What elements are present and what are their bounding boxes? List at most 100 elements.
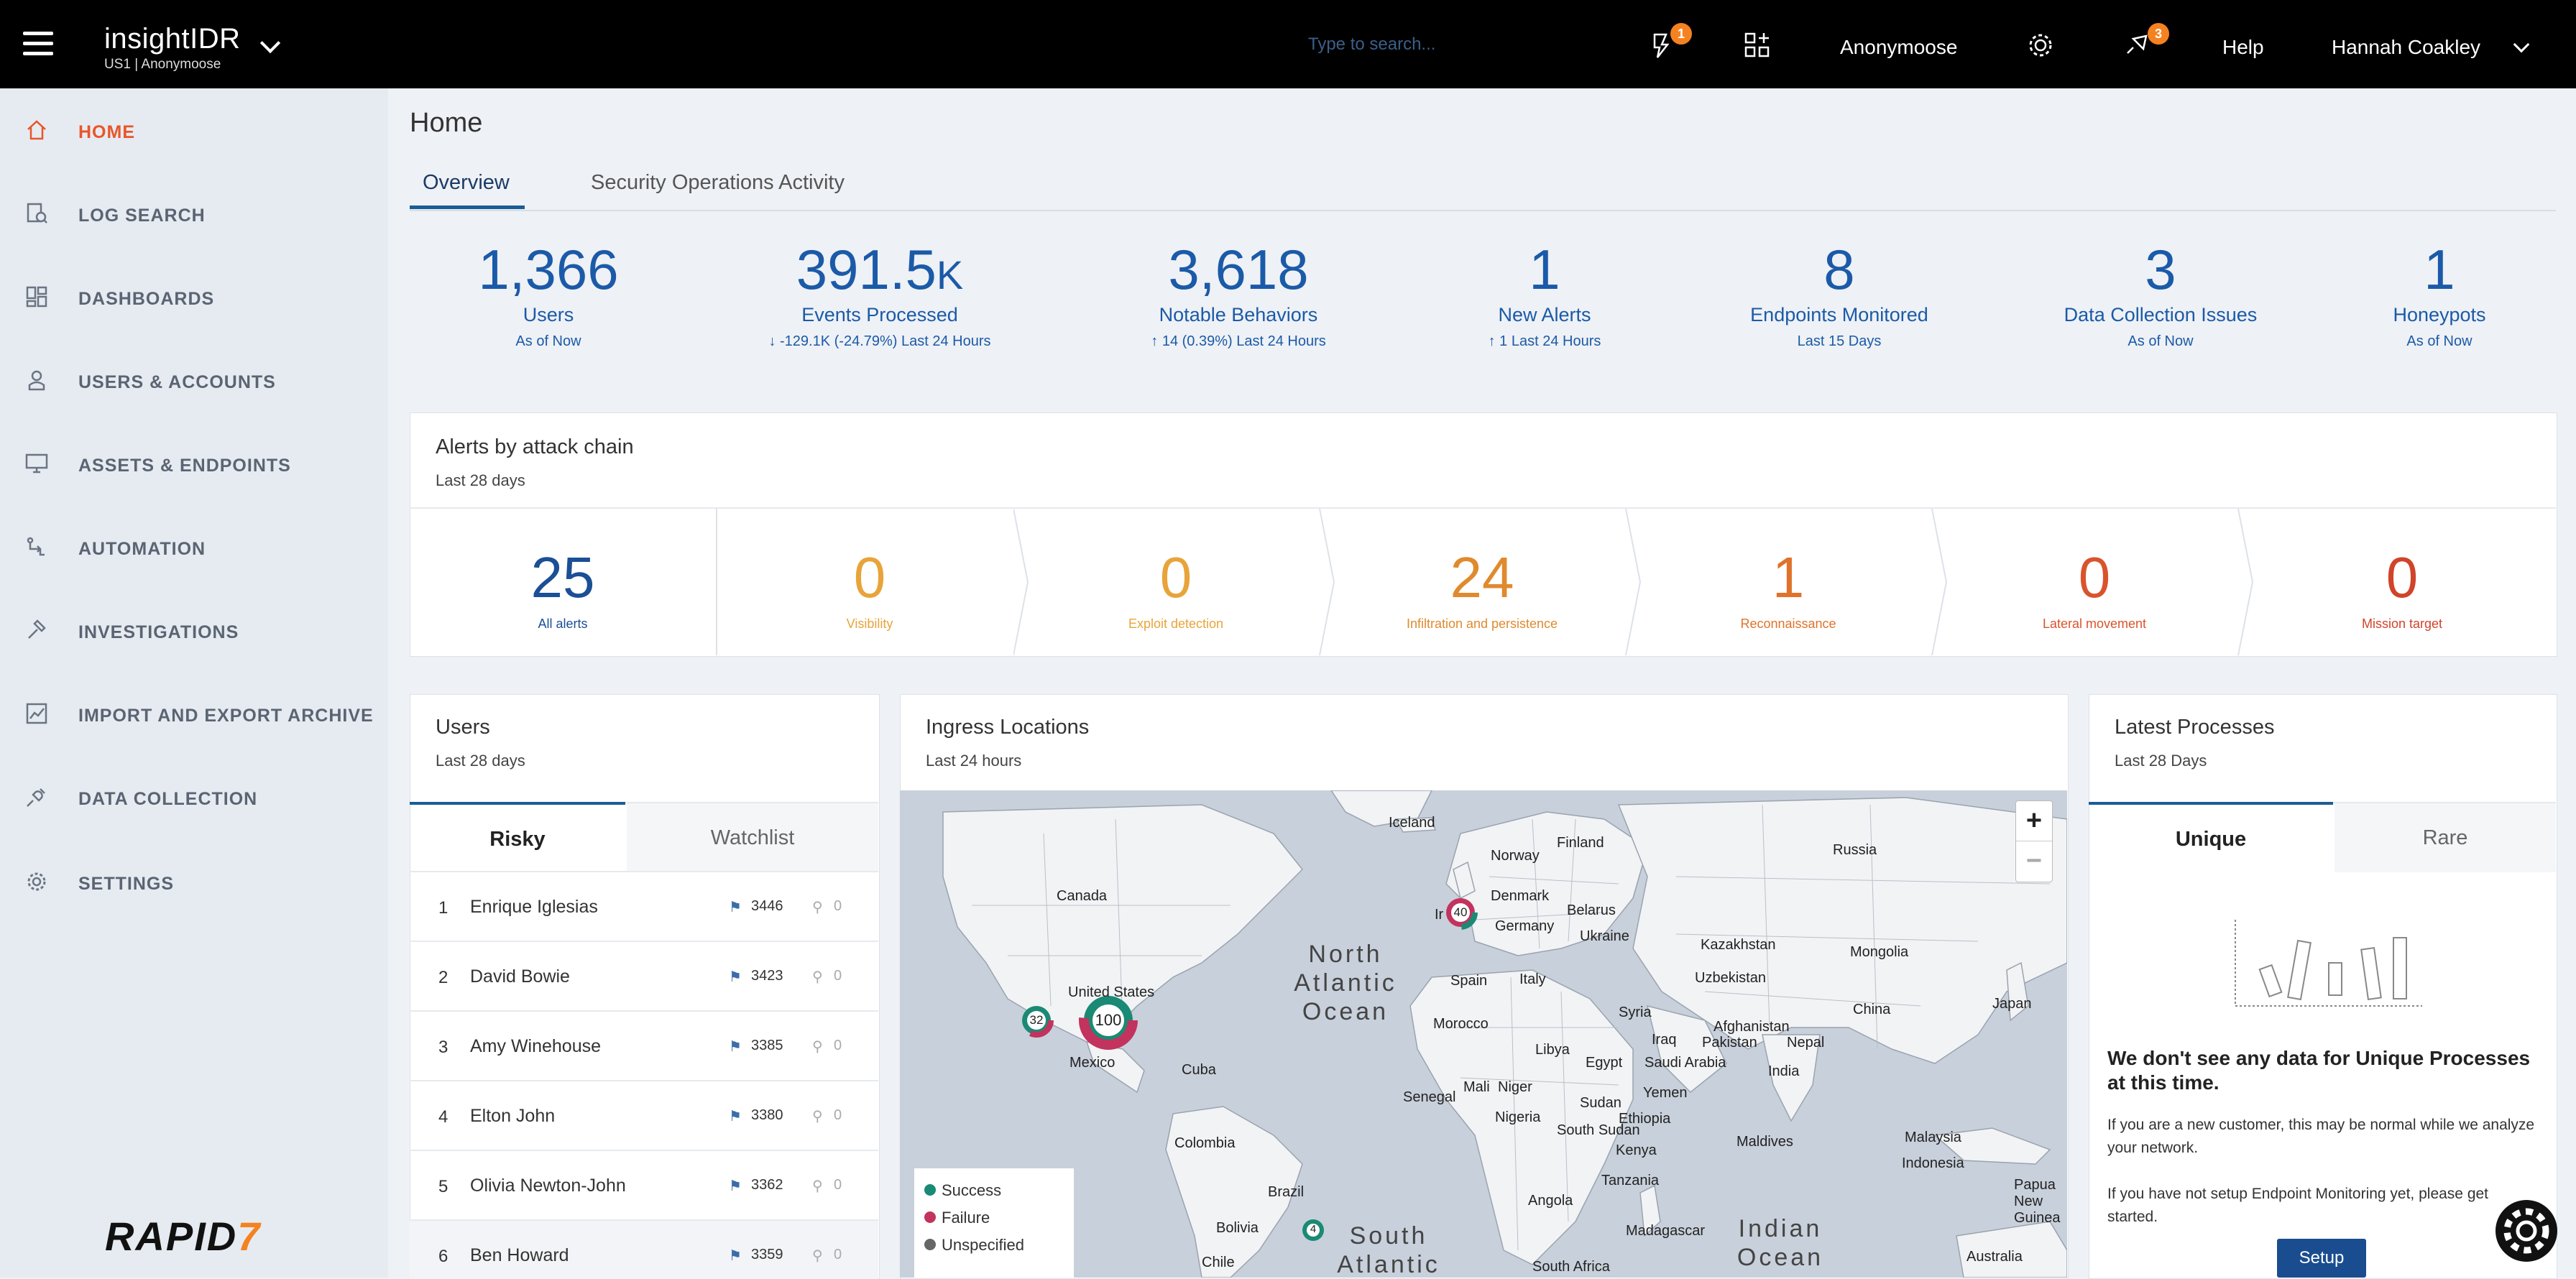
- sidebar-item-automation[interactable]: AUTOMATION: [0, 525, 388, 568]
- chain-value: 0: [853, 545, 886, 609]
- sidebar-item-label: SETTINGS: [78, 874, 175, 894]
- home-icon: [27, 120, 46, 140]
- chain-mission-target[interactable]: 0 Mission target: [2248, 509, 2556, 655]
- cluster-count[interactable]: 100: [1091, 1011, 1126, 1030]
- cluster-count[interactable]: 40: [1449, 905, 1472, 920]
- sidebar-item-import-export[interactable]: IMPORT AND EXPORT ARCHIVE: [0, 691, 388, 734]
- help-widget-button[interactable]: [2496, 1200, 2557, 1262]
- tab-divider: [410, 210, 2556, 211]
- cluster-count[interactable]: 32: [1025, 1013, 1048, 1028]
- sidebar-item-assets-endpoints[interactable]: ASSETS & ENDPOINTS: [0, 441, 388, 484]
- sidebar-item-investigations[interactable]: INVESTIGATIONS: [0, 608, 388, 651]
- chain-all-alerts[interactable]: 25 All alerts: [410, 509, 716, 655]
- tab-rare[interactable]: Rare: [2334, 803, 2556, 872]
- top-bar: insightIDR US1 | Anonymoose Type to sear…: [0, 0, 2576, 88]
- logo-mark: 7: [237, 1214, 262, 1259]
- map-label: Tanzania: [1601, 1173, 1660, 1188]
- table-row[interactable]: 3 Amy Winehouse ⚑ 3385 ⚲ 0: [410, 1010, 878, 1081]
- menu-icon[interactable]: [23, 32, 53, 56]
- zoom-in-button[interactable]: +: [2016, 801, 2052, 841]
- sidebar-item-log-search[interactable]: LOG SEARCH: [0, 191, 388, 234]
- stat-endpoints-monitored[interactable]: 8 Endpoints Monitored Last 15 Days: [1696, 237, 1983, 350]
- stat-data-collection-issues[interactable]: 3 Data Collection Issues As of Now: [2017, 237, 2304, 350]
- monitor-icon: [25, 453, 48, 474]
- user-menu[interactable]: Hannah Coakley: [2332, 36, 2480, 59]
- map-label: Sudan: [1580, 1095, 1622, 1111]
- legend-item: Unspecified: [924, 1236, 1024, 1255]
- sidebar-item-data-collection[interactable]: DATA COLLECTION: [0, 775, 388, 818]
- sidebar-item-label: LOG SEARCH: [78, 206, 206, 226]
- map-label: Angola: [1528, 1193, 1573, 1209]
- stat-label: Notable Behaviors: [1159, 304, 1318, 325]
- sidebar-item-settings[interactable]: SETTINGS: [0, 859, 388, 902]
- apps-icon[interactable]: [1741, 29, 1774, 62]
- sidebar-item-dashboards[interactable]: DASHBOARDS: [0, 274, 388, 318]
- table-row[interactable]: 6 Ben Howard ⚑ 3359 ⚲ 0: [410, 1219, 878, 1279]
- map-label: Egypt: [1586, 1055, 1623, 1071]
- legend-label: Unspecified: [942, 1236, 1024, 1254]
- stat-new-alerts[interactable]: 1 New Alerts ↑ 1 Last 24 Hours: [1401, 237, 1688, 350]
- plug-icon: [27, 788, 45, 807]
- legend-swatch: [924, 1184, 936, 1196]
- sidebar-item-label: HOME: [78, 122, 135, 142]
- tab-security-operations-activity[interactable]: Security Operations Activity: [591, 171, 845, 195]
- flag-icon: ⚑: [729, 1248, 742, 1264]
- search-input[interactable]: Type to search...: [1308, 34, 1435, 55]
- zoom-out-button[interactable]: −: [2016, 841, 2052, 881]
- stat-sub: Last 15 Days: [1797, 333, 1882, 349]
- org-name[interactable]: Anonymoose: [1840, 36, 1957, 59]
- row-pins: 0: [834, 1247, 842, 1262]
- map-label: Russia: [1833, 842, 1877, 858]
- stat-value: 3,618: [1168, 238, 1309, 301]
- stat-users[interactable]: 1,366 Users As of Now: [405, 237, 692, 350]
- tab-overview[interactable]: Overview: [423, 171, 510, 195]
- processes-title: Latest Processes: [2115, 716, 2275, 739]
- chevron-down-icon[interactable]: [259, 32, 281, 54]
- sidebar-item-label: AUTOMATION: [78, 539, 206, 559]
- map-label: Morocco: [1433, 1016, 1489, 1032]
- chevron-down-icon[interactable]: [2513, 36, 2530, 53]
- map-label: Syria: [1619, 1005, 1652, 1020]
- product-switcher[interactable]: insightIDR US1 | Anonymoose: [104, 23, 241, 73]
- table-row[interactable]: 5 Olivia Newton-John ⚑ 3362 ⚲ 0: [410, 1150, 878, 1220]
- map-label: Germany: [1495, 918, 1555, 934]
- sidebar-item-users-accounts[interactable]: USERS & ACCOUNTS: [0, 358, 388, 401]
- row-pins: 0: [834, 898, 842, 914]
- ingress-map[interactable]: 40 32 100 4 Iceland Finland Norway Russi…: [900, 790, 2067, 1278]
- map-label: India: [1768, 1063, 1800, 1079]
- map-label: Denmark: [1491, 888, 1550, 904]
- row-rank: 3: [438, 1038, 448, 1057]
- tab-watchlist[interactable]: Watchlist: [627, 803, 878, 872]
- gear-icon: [27, 872, 46, 891]
- tab-unique[interactable]: Unique: [2089, 802, 2333, 874]
- stat-value: 1: [1529, 238, 1560, 301]
- chain-visibility[interactable]: 0 Visibility: [717, 509, 1022, 655]
- stat-notable-behaviors[interactable]: 3,618 Notable Behaviors ↑ 14 (0.39%) Las…: [1095, 237, 1382, 350]
- tab-risky[interactable]: Risky: [410, 802, 625, 874]
- stat-events-processed[interactable]: 391.5K Events Processed ↓ -129.1K (-24.7…: [736, 237, 1024, 350]
- user-icon: [28, 370, 45, 391]
- processes-subtitle: Last 28 Days: [2115, 752, 2207, 770]
- logo-text: RAPID: [105, 1214, 238, 1259]
- row-name: Enrique Iglesias: [470, 897, 598, 917]
- stat-value: 8: [1823, 238, 1855, 301]
- stat-sub: As of Now: [2406, 333, 2472, 349]
- table-row[interactable]: 1 Enrique Iglesias ⚑ 3446 ⚲ 0: [410, 871, 878, 941]
- map-label: Norway: [1491, 848, 1540, 864]
- map-label: Papua New Guinea: [2014, 1177, 2061, 1226]
- setup-button[interactable]: Setup: [2277, 1239, 2366, 1278]
- map-zoom-control: + −: [2015, 800, 2053, 882]
- map-label: Iraq: [1652, 1032, 1677, 1048]
- table-row[interactable]: 4 Elton John ⚑ 3380 ⚲ 0: [410, 1080, 878, 1150]
- pin-icon: ⚲: [812, 969, 823, 985]
- map-label: Chile: [1202, 1255, 1235, 1270]
- stat-label: Users: [523, 304, 574, 325]
- help-link[interactable]: Help: [2222, 36, 2264, 59]
- sidebar-item-home[interactable]: HOME: [0, 108, 388, 151]
- alerts-chain-title: Alerts by attack chain: [436, 435, 634, 458]
- stat-honeypots[interactable]: 1 Honeypots As of Now: [2296, 237, 2576, 350]
- row-pins: 0: [834, 1038, 842, 1053]
- table-row[interactable]: 2 David Bowie ⚑ 3423 ⚲ 0: [410, 941, 878, 1011]
- row-pins: 0: [834, 968, 842, 984]
- gear-icon[interactable]: [2024, 29, 2057, 62]
